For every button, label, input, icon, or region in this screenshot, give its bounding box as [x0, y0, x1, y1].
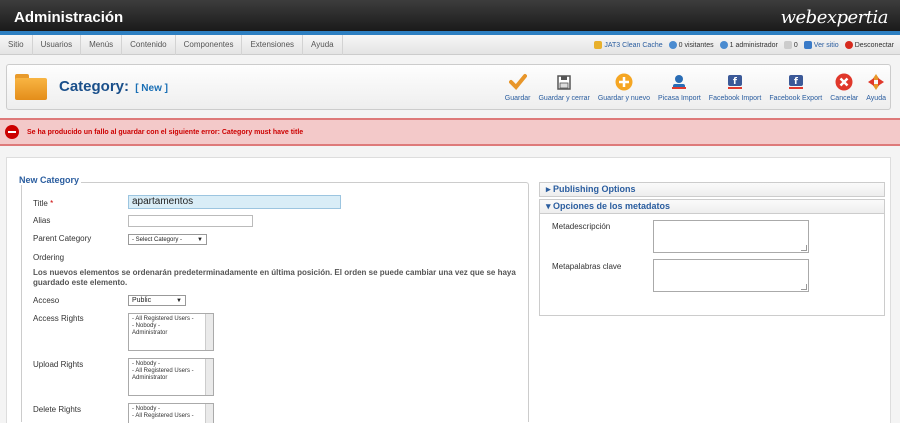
meta-description-textarea[interactable]	[653, 220, 809, 253]
cancel-button[interactable]: Cancelar	[826, 65, 862, 109]
facebook-import-button[interactable]: f Facebook Import	[705, 65, 766, 109]
admins-count: 1 administrador	[719, 41, 778, 49]
details-fieldset	[21, 182, 529, 422]
error-message: Se ha producido un fallo al guardar con …	[0, 118, 900, 146]
list-item[interactable]: - All Registered Users -	[132, 316, 210, 323]
upload-rights-label: Upload Rights	[33, 360, 84, 369]
delete-rights-label: Delete Rights	[33, 405, 82, 414]
facebook-export-button[interactable]: f Facebook Export	[765, 65, 826, 109]
menu-item-componentes[interactable]: Componentes	[176, 35, 243, 55]
brand-logo[interactable]: webexpertia	[781, 7, 889, 28]
floppy-disk-icon	[555, 73, 573, 91]
view-site-link[interactable]: Ver sitio	[803, 41, 839, 49]
svg-text:f: f	[794, 77, 798, 87]
save-button[interactable]: Guardar	[501, 65, 535, 109]
publishing-options-toggle[interactable]: ▸ Publishing Options	[539, 182, 885, 197]
status-bar: JAT3 Clean Cache 0 visitantes 1 administ…	[594, 35, 894, 55]
logout-link[interactable]: Desconectar	[844, 41, 894, 49]
required-mark: *	[50, 199, 54, 208]
listbox-scrollbar[interactable]	[205, 314, 213, 350]
admin-title: Administración	[14, 9, 124, 26]
page-title-status: [ New ]	[135, 83, 168, 94]
lifebuoy-icon	[867, 73, 885, 91]
menu-item-ayuda[interactable]: Ayuda	[303, 35, 343, 55]
access-rights-listbox[interactable]: - All Registered Users - - Nobody - Admi…	[128, 313, 214, 351]
list-item[interactable]: - Nobody -	[132, 361, 210, 368]
parent-category-label: Parent Category	[33, 234, 92, 243]
meta-description-label: Metadescripción	[552, 222, 611, 231]
upload-rights-listbox[interactable]: - Nobody - - All Registered Users - Admi…	[128, 358, 214, 396]
alias-input[interactable]	[128, 215, 253, 227]
menu-bar: Sitio Usuarios Menús Contenido Component…	[0, 35, 900, 55]
edit-form-area: New Category Title * apartamentos Alias …	[6, 157, 891, 423]
broom-icon	[594, 41, 603, 49]
menu-item-usuarios[interactable]: Usuarios	[33, 35, 82, 55]
access-select[interactable]: Public ▼	[128, 295, 186, 306]
menu-item-sitio[interactable]: Sitio	[0, 35, 33, 55]
mail-icon	[783, 41, 792, 49]
svg-text:f: f	[733, 77, 737, 87]
list-item[interactable]: - All Registered Users -	[132, 368, 210, 375]
caret-down-icon: ▾	[546, 201, 554, 211]
meta-keywords-textarea[interactable]	[653, 259, 809, 292]
toolbar-buttons: Guardar Guardar y cerrar Guardar y nuevo…	[501, 65, 890, 109]
access-label: Acceso	[33, 296, 60, 305]
picasa-import-button[interactable]: Picasa Import	[654, 65, 705, 109]
list-item[interactable]: Administrator	[132, 330, 210, 337]
title-label: Title *	[33, 199, 54, 208]
messages-link[interactable]: 0	[783, 41, 798, 49]
title-input[interactable]: apartamentos	[128, 195, 341, 209]
admin-header: Administración webexpertia	[0, 0, 900, 35]
fieldset-legend: New Category	[17, 175, 82, 185]
facebook-icon: f	[726, 73, 744, 91]
menu-item-extensiones[interactable]: Extensiones	[242, 35, 304, 55]
error-icon	[5, 125, 19, 139]
list-item[interactable]: - Nobody -	[132, 406, 210, 413]
folder-icon	[15, 74, 47, 100]
visitors-count: 0 visitantes	[668, 41, 714, 49]
ordering-label: Ordering	[33, 253, 65, 262]
parent-category-select[interactable]: - Select Category - ▼	[128, 234, 207, 245]
help-button[interactable]: Ayuda	[862, 65, 890, 109]
toolbar: Category: [ New ] Guardar Guardar y cerr…	[6, 64, 891, 110]
access-rights-label: Access Rights	[33, 314, 84, 323]
plus-circle-icon	[615, 73, 633, 91]
close-circle-icon	[835, 73, 853, 91]
list-item[interactable]: - All Registered Users -	[132, 413, 210, 420]
error-text: Se ha producido un fallo al guardar con …	[27, 129, 304, 136]
listbox-scrollbar[interactable]	[205, 404, 213, 423]
page-title: Category: [ New ]	[59, 78, 168, 95]
chevron-down-icon: ▼	[176, 298, 182, 304]
admin-icon	[719, 41, 728, 49]
monitor-icon	[803, 41, 812, 49]
power-icon	[844, 41, 853, 49]
delete-rights-listbox[interactable]: - Nobody - - All Registered Users -	[128, 403, 214, 423]
metadata-options-toggle[interactable]: ▾ Opciones de los metadatos	[539, 199, 885, 214]
meta-keywords-label: Metapalabras clave	[552, 262, 622, 271]
clean-cache-link[interactable]: JAT3 Clean Cache	[594, 41, 663, 49]
metadata-panel: Metadescripción Metapalabras clave	[539, 214, 885, 316]
chevron-down-icon: ▼	[197, 237, 203, 243]
main-menu: Sitio Usuarios Menús Contenido Component…	[0, 35, 343, 55]
menu-item-menus[interactable]: Menús	[81, 35, 123, 55]
save-close-button[interactable]: Guardar y cerrar	[534, 65, 593, 109]
alias-label: Alias	[33, 216, 51, 225]
users-icon	[668, 41, 677, 49]
list-item[interactable]: Administrator	[132, 375, 210, 382]
facebook-icon: f	[787, 73, 805, 91]
caret-right-icon: ▸	[546, 184, 554, 194]
save-new-button[interactable]: Guardar y nuevo	[594, 65, 654, 109]
listbox-scrollbar[interactable]	[205, 359, 213, 395]
checkmark-icon	[508, 73, 527, 91]
ordering-note: Los nuevos elementos se ordenarán predet…	[33, 268, 516, 287]
menu-item-contenido[interactable]: Contenido	[122, 35, 176, 55]
list-item[interactable]: - Nobody -	[132, 323, 210, 330]
picasa-user-icon	[670, 73, 688, 91]
